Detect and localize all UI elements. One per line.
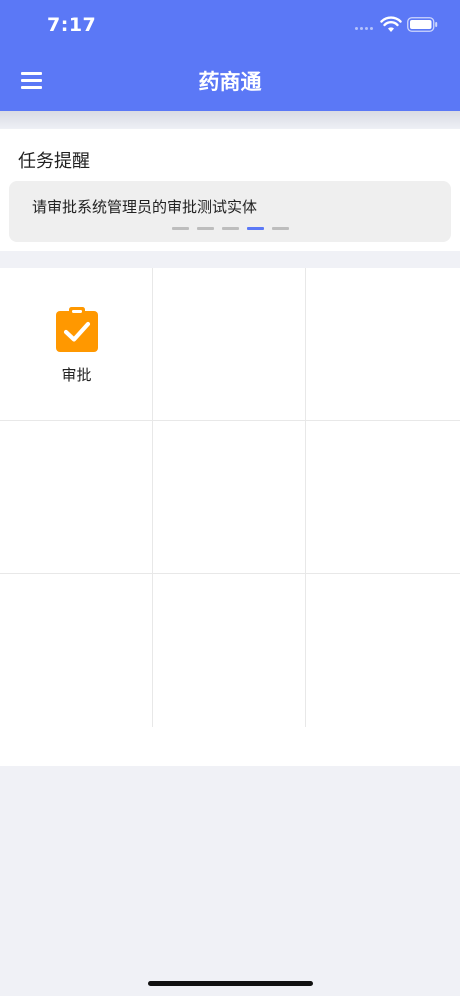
status-time: 7:17	[47, 14, 97, 36]
header-shadow	[0, 111, 460, 129]
section-divider	[0, 251, 460, 268]
section-title: 任务提醒	[18, 151, 90, 172]
notice-text[interactable]: 请审批系统管理员的审批测试实体	[32, 196, 257, 217]
app-title: 药商通	[198, 70, 262, 94]
wifi-icon	[380, 16, 402, 32]
grid-cell-empty	[153, 574, 306, 727]
grid-item-approval[interactable]: 审批	[0, 268, 153, 421]
grid-item-label: 审批	[61, 366, 92, 384]
function-grid: 审批	[0, 268, 460, 766]
pager-dot[interactable]	[272, 227, 289, 230]
pager-dot[interactable]	[197, 227, 214, 230]
app-header: 7:17 药商通	[0, 0, 460, 111]
pager-dot[interactable]	[222, 227, 239, 230]
battery-icon	[407, 17, 438, 32]
pager-dot[interactable]	[172, 227, 189, 230]
grid-cell-empty	[306, 421, 460, 574]
notice-carousel[interactable]: 请审批系统管理员的审批测试实体	[9, 181, 451, 242]
home-indicator[interactable]	[148, 981, 313, 986]
grid-cell-empty	[0, 421, 153, 574]
grid-cell-empty	[0, 574, 153, 727]
grid-cell-empty	[153, 421, 306, 574]
grid-cell-empty	[306, 574, 460, 727]
cellular-signal-icon	[355, 27, 375, 31]
pager-dot-active[interactable]	[247, 227, 264, 230]
grid-cell-empty	[306, 268, 460, 421]
grid-cell-empty	[153, 268, 306, 421]
task-reminder-section: 任务提醒 请审批系统管理员的审批测试实体	[0, 129, 460, 251]
clipboard-check-icon	[56, 307, 98, 352]
carousel-pager	[172, 227, 292, 231]
